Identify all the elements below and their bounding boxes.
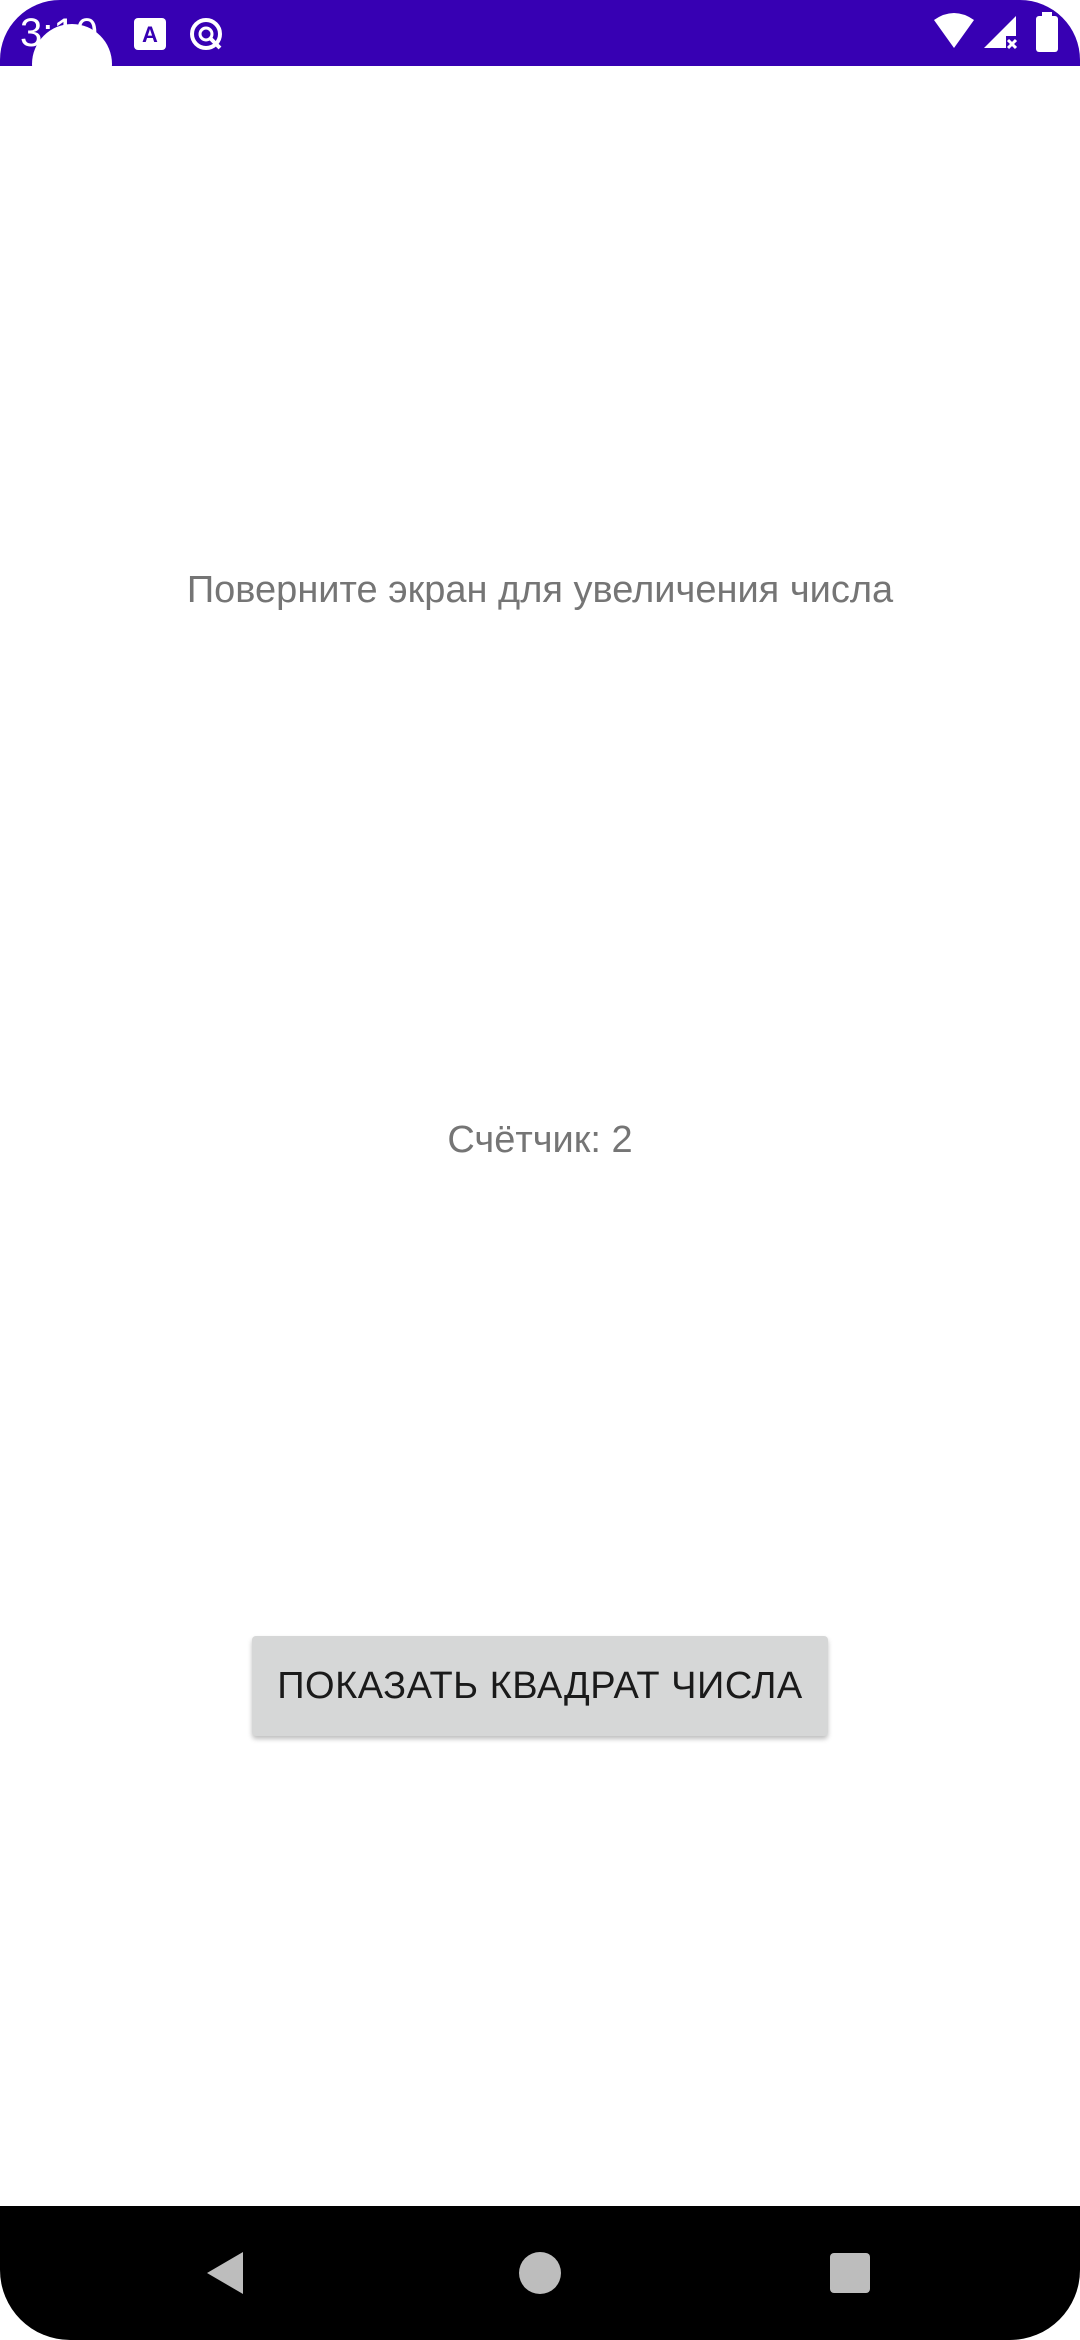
- show-square-button[interactable]: ПОКАЗАТЬ КВАДРАТ ЧИСЛА: [252, 1636, 828, 1736]
- nav-recents-button[interactable]: [790, 2206, 910, 2340]
- navigation-bar: [0, 2206, 1080, 2340]
- nav-home-button[interactable]: [480, 2206, 600, 2340]
- signal-icon: [984, 16, 1018, 50]
- svg-text:A: A: [142, 22, 158, 47]
- home-icon: [519, 2252, 561, 2294]
- counter-text: Счётчик: 2: [447, 1119, 633, 1161]
- battery-icon: [1036, 12, 1058, 52]
- camera-cutout: [32, 24, 112, 104]
- app-screen: 3:10 A Поверните экран для увеличения чи…: [0, 0, 1080, 2340]
- nav-back-button[interactable]: [166, 2206, 286, 2340]
- sync-icon: [190, 18, 222, 50]
- wifi-icon: [934, 13, 974, 48]
- status-bar: 3:10 A: [0, 0, 1080, 66]
- recents-icon: [830, 2253, 870, 2293]
- back-icon: [207, 2252, 243, 2294]
- rotate-instruction-text: Поверните экран для увеличения числа: [186, 569, 894, 611]
- accessibility-a-icon: A: [134, 18, 166, 50]
